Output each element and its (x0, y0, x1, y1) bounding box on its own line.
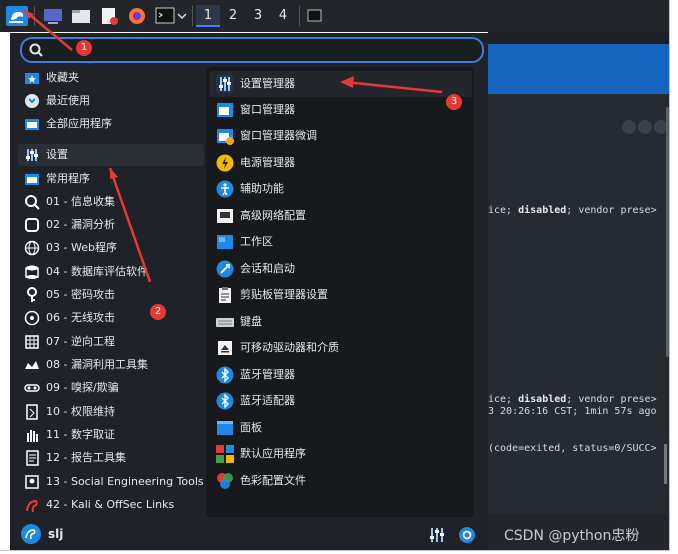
annotation-arrows (23, 9, 443, 283)
annotation-badge: 2 (150, 304, 166, 320)
screen: 1 2 3 4 ice; disabled; vendor prese> ice… (0, 0, 670, 551)
annotation-badge: 3 (446, 94, 462, 110)
annotation-badge: 1 (76, 40, 92, 56)
watermark: CSDN @python忠粉 (504, 528, 640, 544)
